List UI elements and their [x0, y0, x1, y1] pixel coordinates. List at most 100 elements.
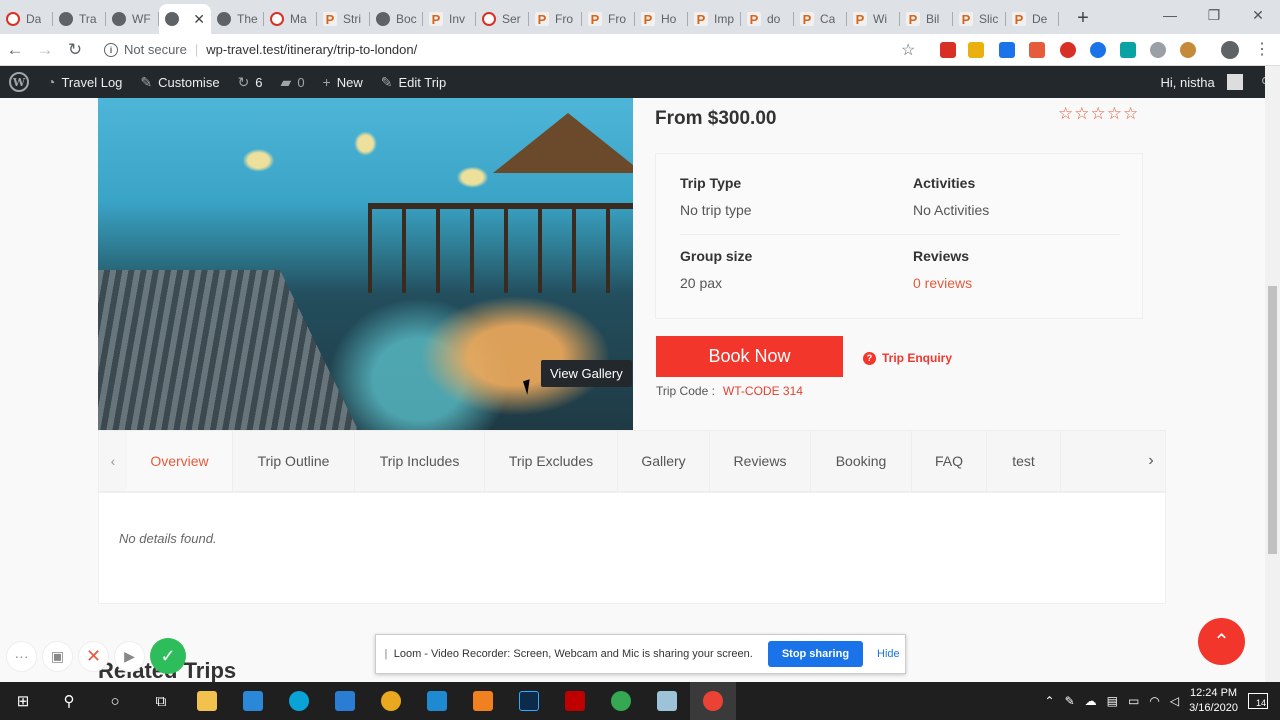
sublime-icon[interactable]	[460, 682, 506, 720]
browser-tab[interactable]: Boc	[370, 4, 423, 34]
browser-tab[interactable]: P Wi	[847, 4, 900, 34]
trip-enquiry-link[interactable]: ? Trip Enquiry	[863, 351, 952, 365]
browser-tab[interactable]: P Bil	[900, 4, 953, 34]
browser-tab[interactable]: P De	[1006, 4, 1059, 34]
app-icon[interactable]	[644, 682, 690, 720]
store-icon[interactable]	[230, 682, 276, 720]
view-gallery-button[interactable]: View Gallery	[541, 360, 632, 387]
reviews-link[interactable]: 0 reviews	[913, 275, 1123, 291]
close-icon[interactable]: ✕	[193, 11, 205, 28]
chevron-up-icon[interactable]: ⌃	[1045, 694, 1055, 708]
tab-reviews[interactable]: Reviews	[710, 431, 811, 491]
chrome-active-icon[interactable]	[690, 682, 736, 720]
network-icon[interactable]: ▤	[1107, 694, 1118, 708]
back-icon[interactable]: ←	[0, 40, 30, 60]
close-window-icon[interactable]: ✕	[1236, 0, 1280, 30]
browser-tab[interactable]: Tra	[53, 4, 106, 34]
extension-icon[interactable]	[968, 42, 984, 58]
browser-tab[interactable]: P Fro	[529, 4, 582, 34]
customise-link[interactable]: ✎ Customise	[131, 66, 228, 98]
mail-icon[interactable]	[322, 682, 368, 720]
extension-icon[interactable]	[1090, 42, 1106, 58]
bookmark-star-icon[interactable]: ☆	[901, 40, 915, 60]
profile-avatar[interactable]	[1221, 41, 1239, 59]
notifications-icon[interactable]: 14	[1248, 693, 1268, 709]
comments-link[interactable]: ▰ 0	[272, 66, 314, 98]
reload-icon[interactable]: ↻	[60, 40, 90, 60]
slack-icon[interactable]	[368, 682, 414, 720]
tab-faq[interactable]: FAQ	[912, 431, 987, 491]
drag-handle-icon[interactable]: ||	[384, 648, 387, 660]
browser-tab[interactable]: P Imp	[688, 4, 741, 34]
browser-tab[interactable]: Ma	[264, 4, 317, 34]
extension-icon[interactable]	[999, 42, 1015, 58]
tab-trip-outline[interactable]: Trip Outline	[233, 431, 355, 491]
book-now-button[interactable]: Book Now	[656, 336, 843, 377]
extension-icon[interactable]	[1150, 42, 1166, 58]
stop-sharing-button[interactable]: Stop sharing	[767, 641, 864, 667]
restore-icon[interactable]: ❐	[1192, 0, 1236, 30]
new-tab-button[interactable]: +	[1069, 4, 1097, 32]
search-icon[interactable]: ⚲	[46, 682, 92, 720]
cancel-recording-icon[interactable]: ✕	[78, 640, 109, 672]
browser-tab[interactable]: WF	[106, 4, 159, 34]
extension-icon[interactable]	[1029, 42, 1045, 58]
new-link[interactable]: + New	[314, 66, 372, 98]
hide-button[interactable]: Hide	[877, 648, 900, 660]
forward-icon[interactable]: →	[30, 40, 60, 60]
clock[interactable]: 12:24 PM 3/16/2020	[1189, 686, 1238, 716]
my-account-link[interactable]: Hi, nistha	[1152, 66, 1252, 98]
browser-tab[interactable]: P Fro	[582, 4, 635, 34]
browser-tab[interactable]: P Slic	[953, 4, 1006, 34]
file-explorer-icon[interactable]	[184, 682, 230, 720]
vscode-icon[interactable]	[414, 682, 460, 720]
minimize-icon[interactable]: —	[1148, 0, 1192, 30]
filezilla-icon[interactable]	[552, 682, 598, 720]
chrome-icon[interactable]	[598, 682, 644, 720]
menu-kebab-icon[interactable]: ⋮	[1254, 39, 1270, 59]
cortana-icon[interactable]: ○	[92, 682, 138, 720]
tab-trip-includes[interactable]: Trip Includes	[355, 431, 485, 491]
browser-tab[interactable]: P Inv	[423, 4, 476, 34]
finish-recording-icon[interactable]: ✓	[150, 638, 186, 674]
edit-trip-link[interactable]: ✎ Edit Trip	[372, 66, 455, 98]
chevron-right-icon[interactable]: ›	[1137, 452, 1165, 470]
browser-tab[interactable]: Ser	[476, 4, 529, 34]
extension-icon[interactable]	[940, 42, 956, 58]
tab-booking[interactable]: Booking	[811, 431, 912, 491]
scrollbar-thumb[interactable]	[1268, 286, 1277, 554]
tab-overview[interactable]: Overview	[127, 431, 233, 491]
volume-icon[interactable]: ◁	[1170, 694, 1179, 708]
wordpress-logo-button[interactable]: W	[0, 66, 38, 98]
info-icon[interactable]: i	[104, 42, 118, 57]
chevron-left-icon[interactable]: ‹	[99, 453, 127, 469]
cloud-icon[interactable]: ☁	[1085, 694, 1097, 708]
updates-link[interactable]: ↻ 6	[229, 66, 272, 98]
pause-icon[interactable]: ▶	[114, 640, 145, 672]
pen-icon[interactable]: ✎	[1065, 694, 1075, 708]
camera-icon[interactable]: ▣	[42, 640, 73, 672]
extension-icon[interactable]	[1060, 42, 1076, 58]
scroll-to-top-button[interactable]: ⌃	[1198, 618, 1245, 665]
tab-gallery[interactable]: Gallery	[618, 431, 710, 491]
browser-tab[interactable]: P Stri	[317, 4, 370, 34]
browser-tab-active[interactable]: ✕	[159, 4, 211, 34]
cookie-icon[interactable]	[1180, 42, 1196, 58]
battery-icon[interactable]: ▭	[1128, 694, 1139, 708]
tab-trip-excludes[interactable]: Trip Excludes	[485, 431, 618, 491]
edge-icon[interactable]	[276, 682, 322, 720]
browser-tab[interactable]: Pdo	[741, 4, 794, 34]
task-view-icon[interactable]: ⧉	[138, 682, 184, 720]
tab-test[interactable]: test	[987, 431, 1061, 491]
site-name-link[interactable]: ◔ Travel Log	[38, 66, 131, 98]
browser-tab[interactable]: P Ho	[635, 4, 688, 34]
browser-tab[interactable]: P Ca	[794, 4, 847, 34]
browser-tab[interactable]: Da	[0, 4, 53, 34]
extension-icon[interactable]	[1120, 42, 1136, 58]
more-icon[interactable]: ···	[6, 640, 37, 672]
photoshop-icon[interactable]	[506, 682, 552, 720]
scrollbar[interactable]	[1265, 66, 1280, 682]
browser-tab[interactable]: The	[211, 4, 264, 34]
url-input[interactable]: i Not secure | wp-travel.test/itinerary/…	[98, 37, 918, 63]
wifi-icon[interactable]: ◠	[1149, 694, 1159, 708]
